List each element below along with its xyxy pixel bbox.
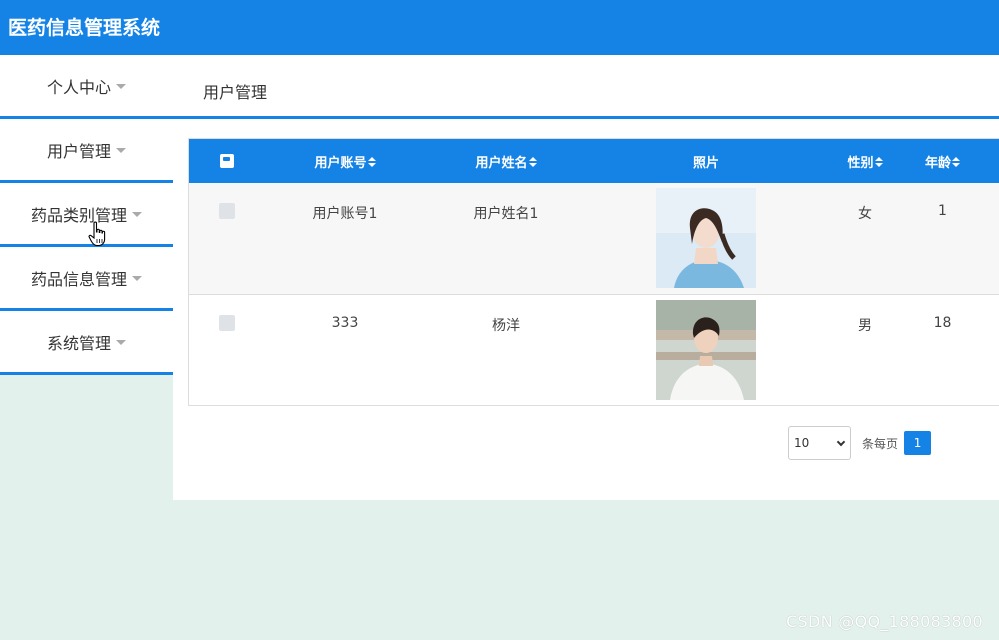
- cell-account: 333: [331, 314, 359, 331]
- column-header-name[interactable]: 用户姓名: [425, 139, 587, 183]
- man-portrait: [656, 299, 756, 400]
- row-select-cell: [189, 294, 265, 405]
- cell-name: 用户姓名1: [473, 206, 539, 222]
- sort-icon: [367, 156, 376, 168]
- user-table: 用户账号 用户姓名 照片 性别 年龄 用户账号1 用户姓名1 女 1 333 杨…: [188, 138, 999, 406]
- column-header-age[interactable]: 年龄: [905, 139, 980, 183]
- column-header-overflow: [980, 139, 999, 183]
- column-header-account[interactable]: 用户账号: [265, 139, 425, 183]
- sidebar-item-personal-center[interactable]: 个人中心: [0, 55, 173, 119]
- sidebar-item-system[interactable]: 系统管理: [0, 311, 173, 375]
- column-header-gender[interactable]: 性别: [825, 139, 905, 183]
- sidebar-item-label: 系统管理: [46, 333, 111, 353]
- hand-cursor-icon: [88, 221, 106, 247]
- caret-down-icon: [116, 84, 126, 89]
- cell-gender: 女: [858, 206, 872, 222]
- sort-icon: [874, 156, 883, 168]
- watermark: CSDN @QQ_188083800: [786, 612, 983, 631]
- sidebar-item-label: 药品信息管理: [30, 269, 127, 289]
- sidebar-item-drug-info[interactable]: 药品信息管理: [0, 247, 173, 311]
- sidebar-item-label: 个人中心: [46, 77, 111, 97]
- pagination: 10 条每页 1: [788, 426, 932, 460]
- row-checkbox[interactable]: [219, 314, 235, 331]
- cell-age: 1: [938, 203, 947, 219]
- cell-name: 杨洋: [492, 317, 520, 334]
- table-row[interactable]: 用户账号1 用户姓名1 女 1: [189, 183, 999, 294]
- page-size-value: 10: [794, 436, 810, 450]
- select-all-checkbox[interactable]: [220, 154, 234, 168]
- cell-gender: 男: [858, 317, 872, 334]
- sidebar-item-label: 药品类别管理: [30, 205, 127, 225]
- column-header-photo: 照片: [692, 155, 719, 171]
- main-panel: 用户管理 用户账号 用户姓名 照片 性别 年龄 用户账号1 用户姓名1 女 1 …: [173, 55, 999, 500]
- app-title: 医药信息管理系统: [8, 17, 161, 39]
- cell-age: 18: [933, 314, 952, 331]
- caret-down-icon: [116, 148, 126, 153]
- caret-down-icon: [132, 276, 142, 281]
- table-row[interactable]: 333 杨洋 男 18: [189, 294, 999, 405]
- cell-photo: [587, 183, 825, 294]
- sort-icon: [528, 156, 537, 168]
- row-checkbox[interactable]: [219, 203, 235, 219]
- sidebar-item-drug-category[interactable]: 药品类别管理: [0, 183, 173, 247]
- breadcrumb-current: 用户管理: [203, 83, 268, 102]
- row-select-cell: [189, 183, 265, 294]
- sidebar-item-user-management[interactable]: 用户管理: [0, 119, 173, 183]
- select-all-header: [189, 139, 265, 183]
- top-bar: 医药信息管理系统: [0, 0, 999, 55]
- page-button-current[interactable]: 1: [904, 431, 932, 455]
- sort-icon: [952, 156, 960, 168]
- cell-photo: [587, 294, 825, 405]
- caret-down-icon: [132, 212, 142, 217]
- sidebar-item-label: 用户管理: [46, 141, 111, 161]
- cell-account: 用户账号1: [312, 206, 378, 222]
- table-header-row: 用户账号 用户姓名 照片 性别 年龄: [189, 139, 999, 183]
- woman-portrait: [656, 188, 756, 288]
- breadcrumb: 用户管理: [173, 55, 999, 119]
- sidebar: 个人中心 用户管理 药品类别管理 药品信息管理 系统管理: [0, 55, 173, 375]
- per-page-label: 条每页: [862, 436, 899, 451]
- caret-down-icon: [116, 340, 126, 345]
- page-size-select[interactable]: 10: [788, 426, 851, 460]
- chevron-down-icon: [836, 437, 846, 446]
